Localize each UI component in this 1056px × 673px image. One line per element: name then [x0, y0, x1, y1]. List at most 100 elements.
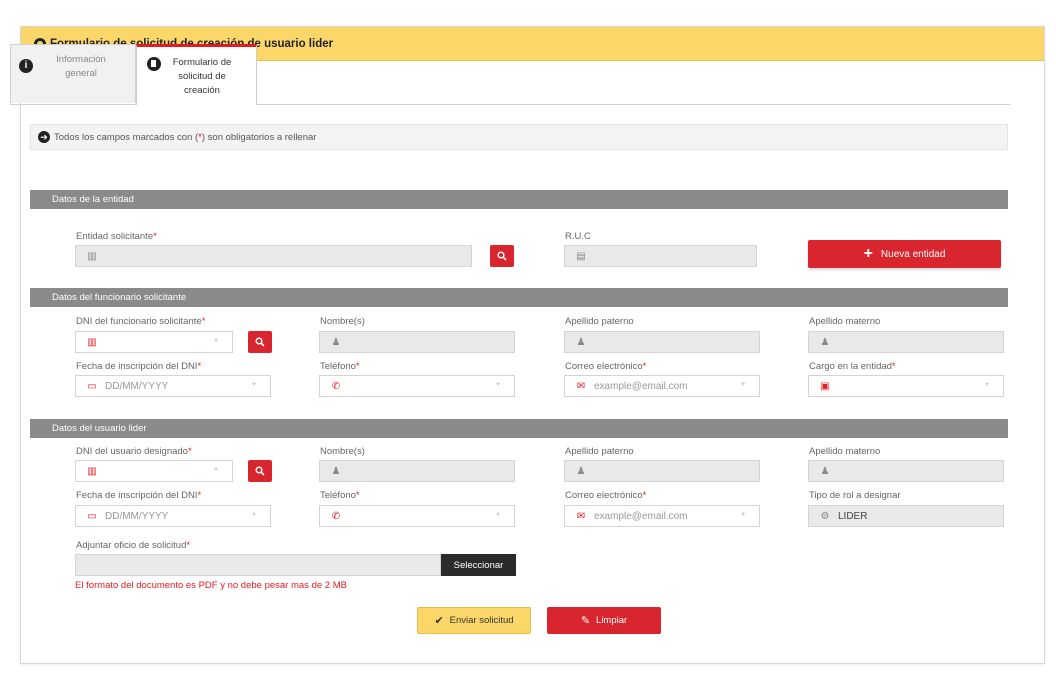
usuario-ap-materno-label: Apellido materno: [809, 446, 881, 457]
gear-icon: ⚙: [820, 510, 830, 522]
search-icon: [255, 466, 265, 476]
funcionario-dni-label: DNI del funcionario solicitante*: [76, 316, 206, 327]
nueva-entidad-button[interactable]: + Nueva entidad: [808, 240, 1001, 268]
enviar-label: Enviar solicitud: [449, 615, 514, 626]
usuario-rol-label: Tipo de rol a designar: [809, 490, 901, 501]
adjunto-field[interactable]: [75, 554, 441, 576]
entidad-label: Entidad solicitante*: [76, 231, 157, 242]
required-asterisk: *: [741, 511, 745, 522]
usuario-ap-paterno-field[interactable]: ♟: [564, 460, 760, 482]
limpiar-label: Limpiar: [596, 615, 628, 626]
user-icon: ♟: [576, 336, 586, 348]
tab-bar: i Información general Formulario de soli…: [10, 44, 1010, 105]
usuario-nombre-field[interactable]: ♟: [319, 460, 515, 482]
usuario-dni-field[interactable]: ▥ *: [75, 460, 233, 482]
search-icon: [497, 251, 507, 261]
funcionario-ap-paterno-field[interactable]: ♟: [564, 331, 760, 353]
user-icon: ♟: [331, 336, 341, 348]
funcionario-ap-paterno-label: Apellido paterno: [565, 316, 634, 327]
usuario-fecha-field[interactable]: ▭ DD/MM/YYYY *: [75, 505, 271, 527]
usuario-correo-field[interactable]: ✉ example@email.com *: [564, 505, 760, 527]
limpiar-button[interactable]: ✎ Limpiar: [547, 607, 661, 634]
tab-label: Información general: [56, 54, 106, 79]
usuario-rol-field: ⚙ LIDER: [808, 505, 1004, 527]
nueva-entidad-label: Nueva entidad: [880, 248, 946, 260]
phone-icon: ✆: [331, 380, 341, 392]
user-icon: ♟: [820, 465, 830, 477]
funcionario-telefono-field[interactable]: ✆ *: [319, 375, 515, 397]
required-asterisk: *: [214, 337, 218, 348]
section-entidad-header: Datos de la entidad: [30, 190, 1008, 209]
required-asterisk: *: [741, 381, 745, 392]
id-card-icon: ▥: [87, 465, 97, 477]
tab-formulario-solicitud[interactable]: Formulario de solicitud de creación: [136, 44, 257, 105]
adjunto-hint: El formato del documento es PDF y no deb…: [75, 580, 347, 591]
required-asterisk: *: [252, 381, 256, 392]
entidad-field[interactable]: ▥: [75, 245, 472, 267]
funcionario-correo-field[interactable]: ✉ example@email.com *: [564, 375, 760, 397]
calendar-icon: ▭: [87, 380, 97, 392]
enviar-solicitud-button[interactable]: ✔ Enviar solicitud: [417, 607, 531, 634]
funcionario-cargo-field[interactable]: ▣ *: [808, 375, 1004, 397]
funcionario-correo-label: Correo electrónico*: [565, 361, 647, 372]
funcionario-ap-materno-label: Apellido materno: [809, 316, 881, 327]
calendar-icon: ▭: [87, 510, 97, 522]
correo-placeholder: example@email.com: [594, 510, 688, 522]
ruc-label: R.U.C: [565, 231, 591, 242]
usuario-fecha-label: Fecha de inscripción del DNI*: [76, 490, 202, 501]
funcionario-nombre-label: Nombre(s): [320, 316, 365, 327]
usuario-correo-label: Correo electrónico*: [565, 490, 647, 501]
fecha-placeholder: DD/MM/YYYY: [105, 510, 169, 522]
building-icon: ▥: [87, 250, 97, 262]
correo-placeholder: example@email.com: [594, 380, 688, 392]
search-funcionario-button[interactable]: [248, 331, 272, 353]
usuario-nombre-label: Nombre(s): [320, 446, 365, 457]
funcionario-ap-materno-field[interactable]: ♟: [808, 331, 1004, 353]
tab-informacion-general[interactable]: i Información general: [10, 44, 136, 103]
info-icon: i: [19, 59, 33, 73]
user-icon: ♟: [331, 465, 341, 477]
usuario-dni-label: DNI del usuario designado*: [76, 446, 192, 457]
user-icon: ♟: [820, 336, 830, 348]
briefcase-icon: ▣: [820, 380, 830, 392]
arrow-right-icon: ➜: [38, 131, 50, 143]
envelope-icon: ✉: [576, 510, 586, 522]
seleccionar-button[interactable]: Seleccionar: [441, 554, 516, 576]
plus-icon: +: [863, 245, 873, 262]
usuario-ap-paterno-label: Apellido paterno: [565, 446, 634, 457]
id-card-icon: ▤: [576, 250, 586, 262]
tab-label: Formulario de solicitud de creación: [172, 57, 232, 96]
eraser-icon: ✎: [580, 615, 591, 627]
phone-icon: ✆: [331, 510, 341, 522]
funcionario-cargo-label: Cargo en la entidad*: [809, 361, 896, 372]
search-usuario-button[interactable]: [248, 460, 272, 482]
fecha-placeholder: DD/MM/YYYY: [105, 380, 169, 392]
funcionario-fecha-field[interactable]: ▭ DD/MM/YYYY *: [75, 375, 271, 397]
id-card-icon: ▥: [87, 336, 97, 348]
funcionario-fecha-label: Fecha de inscripción del DNI*: [76, 361, 202, 372]
required-asterisk: *: [252, 511, 256, 522]
section-usuario-header: Datos del usuario lider: [30, 419, 1008, 438]
required-asterisk: *: [985, 381, 989, 392]
usuario-telefono-label: Teléfono*: [320, 490, 360, 501]
envelope-icon: ✉: [576, 380, 586, 392]
section-funcionario-header: Datos del funcionario solicitante: [30, 288, 1008, 307]
usuario-telefono-field[interactable]: ✆ *: [319, 505, 515, 527]
notice-prefix: Todos los campos marcados con (: [54, 131, 199, 143]
funcionario-dni-field[interactable]: ▥ *: [75, 331, 233, 353]
document-icon: [147, 57, 161, 71]
required-asterisk: *: [214, 466, 218, 477]
adjunto-label: Adjuntar oficio de solicitud*: [76, 540, 191, 551]
required-asterisk: *: [496, 511, 500, 522]
funcionario-telefono-label: Teléfono*: [320, 361, 360, 372]
user-icon: ♟: [576, 465, 586, 477]
check-icon: ✔: [434, 615, 444, 627]
rol-value: LIDER: [838, 510, 868, 522]
required-asterisk: *: [496, 381, 500, 392]
ruc-field[interactable]: ▤: [564, 245, 757, 267]
required-notice: ➜ Todos los campos marcados con ( * ) so…: [30, 124, 1008, 150]
funcionario-nombre-field[interactable]: ♟: [319, 331, 515, 353]
search-entidad-button[interactable]: [490, 245, 514, 267]
usuario-ap-materno-field[interactable]: ♟: [808, 460, 1004, 482]
search-icon: [255, 337, 265, 347]
